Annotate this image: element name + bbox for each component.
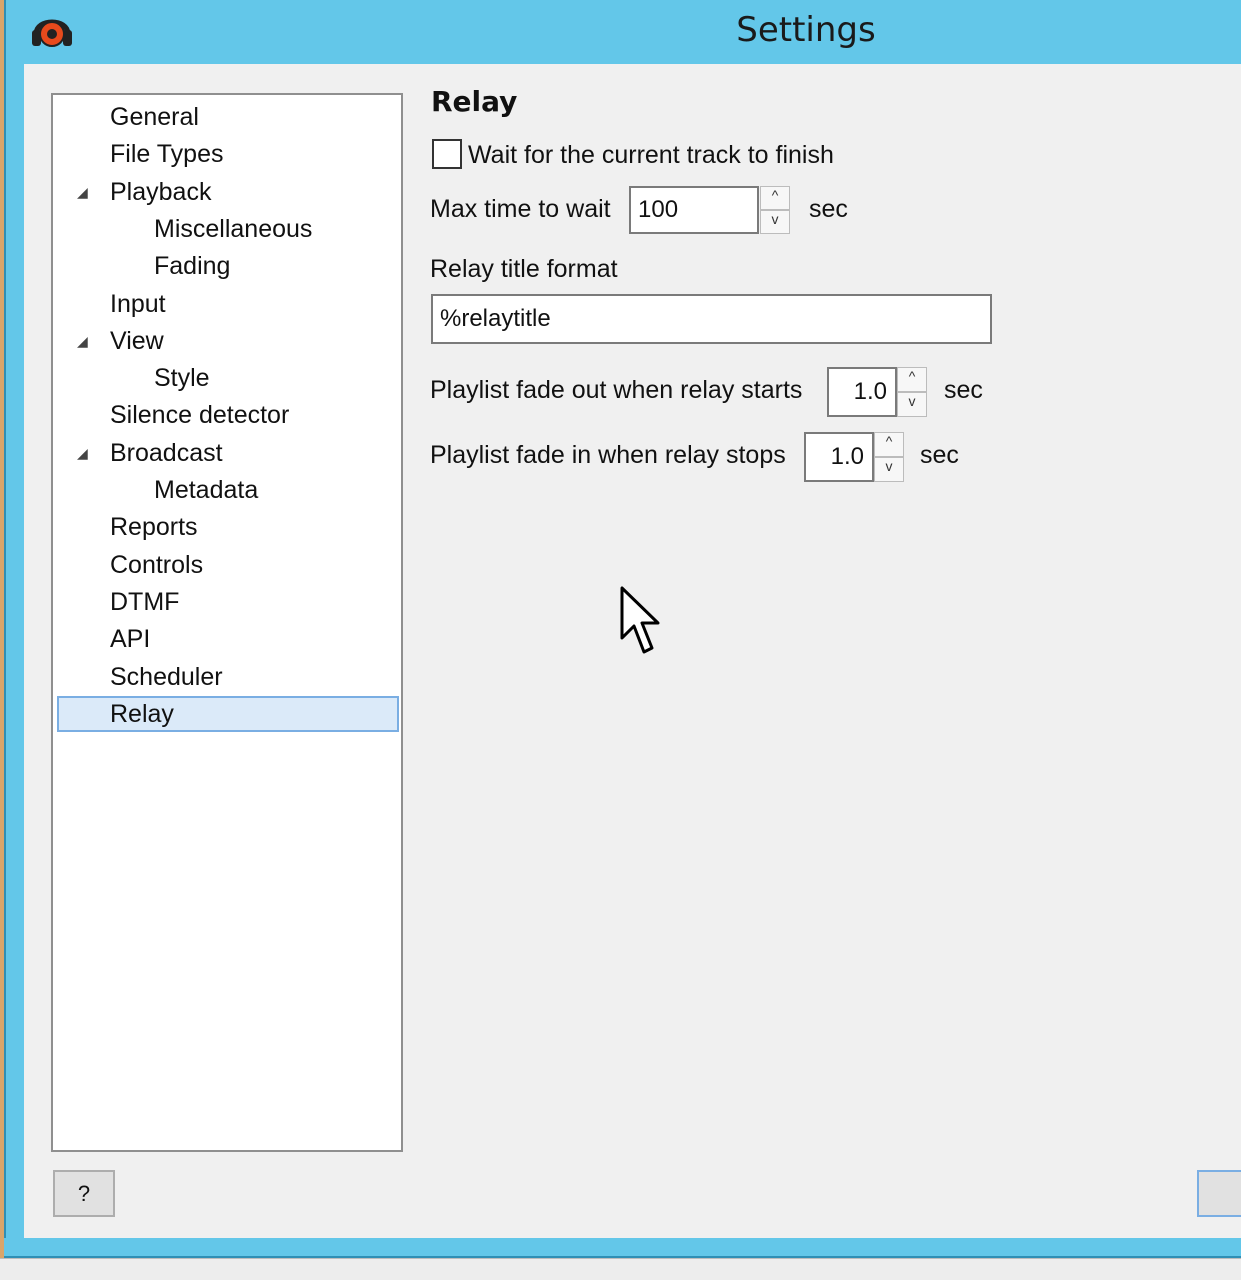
tree-item-label: Reports [110,513,198,542]
tree-item-label: Controls [110,550,204,579]
selection-highlight [57,695,399,732]
max-wait-unit: sec [809,195,848,223]
tree-item-label: API [110,625,151,654]
title-format-input[interactable]: %relaytitle [431,294,992,344]
fade-in-unit: sec [920,441,959,469]
tree-item-label: Broadcast [110,438,223,467]
mouse-cursor-icon [620,586,660,654]
tree-item-reports[interactable]: Reports [53,509,401,545]
tree-item-label: Relay [110,699,174,728]
tree-item-label: Style [154,364,210,393]
title-bar[interactable]: Settings [4,0,1241,64]
tree-item-controls[interactable]: Controls [53,547,401,583]
tree-item-label: Scheduler [110,662,223,691]
title-format-label: Relay title format [430,255,618,283]
settings-window: Settings General File Types ◢ Playback Misce… [0,0,1241,1280]
expand-arrow-icon[interactable]: ◢ [77,323,97,359]
spin-up-button[interactable]: ^ [897,367,927,392]
chevron-down-icon: v [885,458,893,474]
fade-in-spinner[interactable]: ^ v [874,432,904,482]
tree-item-broadcast[interactable]: ◢ Broadcast [53,435,401,471]
tree-item-view[interactable]: ◢ View [53,323,401,359]
tree-item-fading[interactable]: Fading [53,248,401,284]
max-wait-input[interactable]: 100 [629,186,759,234]
help-button[interactable]: ? [53,1170,115,1217]
window-frame-left [4,0,24,1258]
chevron-up-icon: ^ [885,433,893,449]
tree-item-label: Metadata [154,476,259,504]
fade-in-input[interactable]: 1.0 [804,432,874,482]
spin-down-button[interactable]: v [760,210,790,234]
tree-item-scheduler[interactable]: Scheduler [53,659,401,695]
chevron-down-icon: v [771,211,779,227]
section-title: Relay [431,85,518,118]
spin-up-button[interactable]: ^ [760,186,790,210]
max-wait-label: Max time to wait [430,195,611,223]
tree-item-label: Miscellaneous [154,214,313,243]
tree-item-style[interactable]: Style [53,360,401,396]
dialog-button-partial[interactable] [1197,1170,1241,1217]
window-title: Settings [736,10,876,50]
tree-item-label: View [110,326,164,355]
chevron-up-icon: ^ [771,187,779,203]
tree-item-label: DTMF [110,587,180,616]
chevron-down-icon: v [908,393,916,409]
tree-item-label: General [110,103,199,131]
fade-in-label: Playlist fade in when relay stops [430,441,786,469]
tree-item-api[interactable]: API [53,621,401,657]
expand-arrow-icon[interactable]: ◢ [77,174,97,210]
tree-item-label: Input [110,289,166,318]
tree-item-input[interactable]: Input [53,286,401,322]
wait-for-track-checkbox[interactable] [432,139,462,169]
fade-out-label: Playlist fade out when relay starts [430,376,803,404]
chevron-up-icon: ^ [908,368,916,384]
tree-item-label: Playback [110,177,212,206]
tree-item-label: Silence detector [110,401,290,430]
tree-item-relay[interactable]: Relay [53,695,401,732]
tree-item-general[interactable]: General [53,99,401,135]
tree-item-playback[interactable]: ◢ Playback [53,174,401,210]
tree-item-label: File Types [110,140,224,169]
fade-out-unit: sec [944,376,983,404]
settings-tree[interactable]: General File Types ◢ Playback Miscellaneous F… [51,93,403,1152]
tree-item-label: Fading [154,252,231,281]
desktop-under-strip [0,1258,1241,1280]
tree-item-file-types[interactable]: File Types [53,136,401,172]
headphones-app-icon [32,19,72,47]
fade-out-spinner[interactable]: ^ v [897,367,927,417]
tree-item-dtmf[interactable]: DTMF [53,584,401,620]
window-frame-bottom [4,1238,1241,1258]
wait-for-track-label[interactable]: Wait for the current track to finish [468,136,834,174]
spin-down-button[interactable]: v [874,457,904,482]
spin-up-button[interactable]: ^ [874,432,904,457]
expand-arrow-icon[interactable]: ◢ [77,435,97,471]
tree-item-metadata[interactable]: Metadata [53,472,401,508]
tree-item-silence-detector[interactable]: Silence detector [53,397,401,433]
fade-out-input[interactable]: 1.0 [827,367,897,417]
max-wait-spinner[interactable]: ^ v [760,186,790,234]
tree-item-miscellaneous[interactable]: Miscellaneous [53,211,401,247]
spin-down-button[interactable]: v [897,392,927,417]
